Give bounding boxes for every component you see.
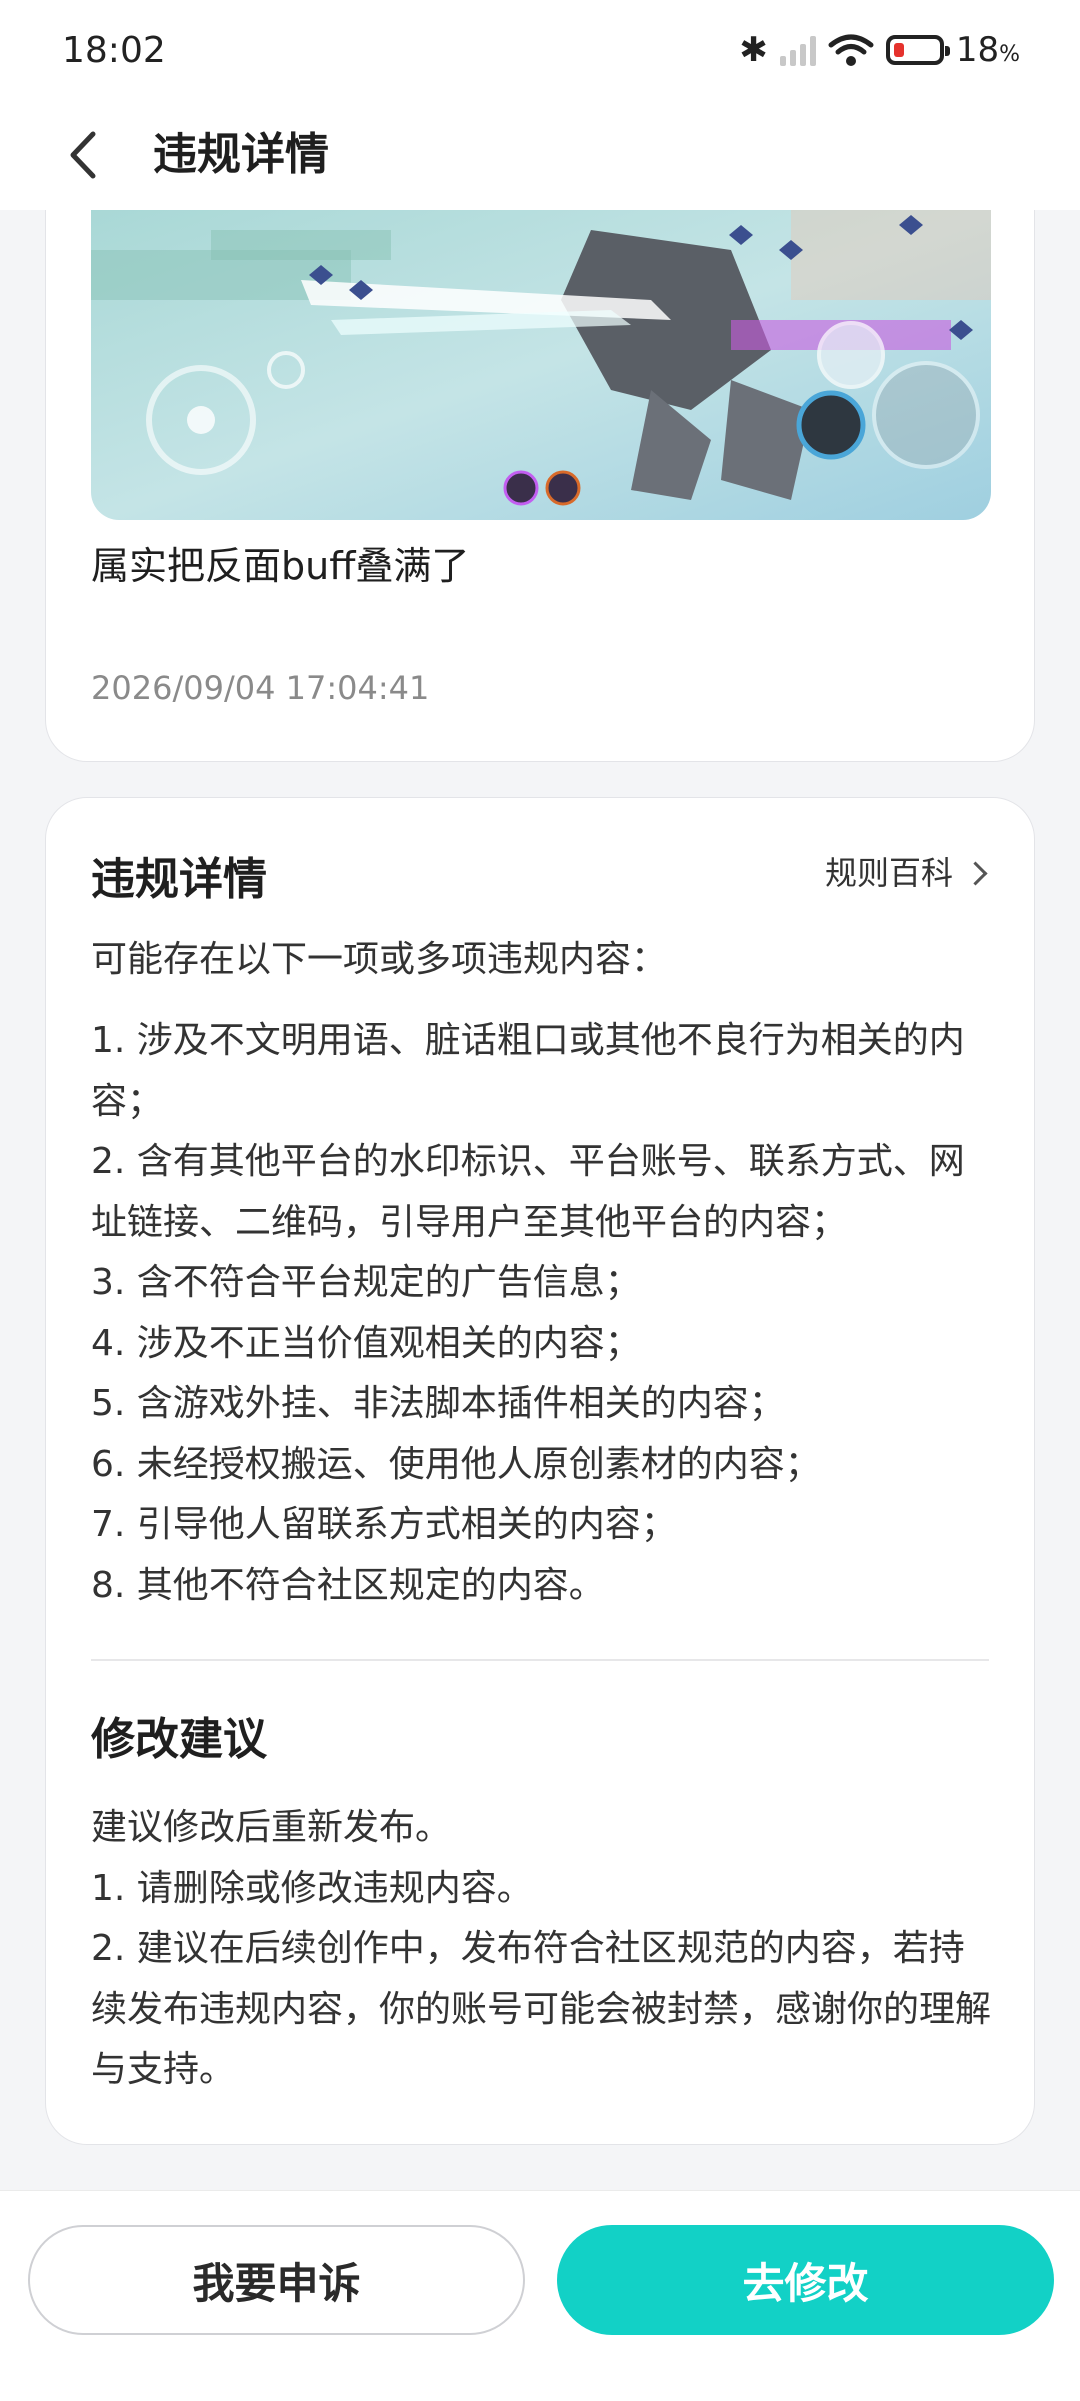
appeal-button[interactable]: 我要申诉 (28, 2225, 525, 2335)
advice-title: 修改建议 (91, 1714, 267, 1765)
post-text: 属实把反面buff叠满了 (91, 544, 470, 588)
violation-item: 3. 含不符合平台规定的广告信息； (91, 1262, 641, 1303)
post-timestamp: 2026/09/04 17:04:41 (91, 669, 430, 707)
chevron-left-icon[interactable] (58, 120, 118, 190)
advice-line: 建议修改后重新发布。 (91, 1807, 452, 1848)
battery-icon (885, 35, 950, 65)
modify-button[interactable]: 去修改 (557, 2225, 1054, 2335)
bluetooth-icon: ✱ (739, 30, 768, 70)
violation-item: 1. 涉及不文明用语、脏话粗口或其他不良行为相关的内容； (91, 1020, 965, 1122)
chevron-right-icon (963, 860, 988, 886)
violation-list: 1. 涉及不文明用语、脏话粗口或其他不良行为相关的内容； 2. 含有其他平台的水… (91, 1011, 996, 1616)
violation-item: 4. 涉及不正当价值观相关的内容； (91, 1322, 641, 1364)
signal-icon (779, 34, 816, 66)
violation-item: 7. 引导他人留联系方式相关的内容； (91, 1504, 677, 1545)
violation-item: 6. 未经授权搬运、使用他人原创素材的内容； (91, 1443, 821, 1485)
violation-item: 2. 含有其他平台的水印标识、平台账号、联系方式、网址链接、二维码，引导用户至其… (91, 1141, 965, 1243)
advice-line: 2. 建议在后续创作中，发布符合社区规范的内容，若持续发布违规内容，你的账号可能… (91, 1928, 992, 2090)
violation-item: 5. 含游戏外挂、非法脚本插件相关的内容； (91, 1383, 785, 1424)
advice-line: 1. 请删除或修改违规内容。 (91, 1867, 533, 1909)
game-screenshot-image (91, 210, 991, 520)
rules-link-label: 规则百科 (824, 854, 953, 892)
nav-header: 违规详情 (0, 100, 1080, 210)
status-bar: 18:02 ✱ 18% (0, 0, 1080, 100)
rules-encyclopedia-link[interactable]: 规则百科 (824, 850, 988, 896)
post-image[interactable] (91, 210, 991, 520)
section-divider (91, 1659, 989, 1661)
battery-percent: 18% (955, 30, 1020, 70)
post-card: 属实把反面buff叠满了 2026/09/04 17:04:41 (45, 210, 1035, 762)
status-time: 18:02 (62, 30, 166, 71)
violation-intro: 可能存在以下一项或多项违规内容： (91, 939, 668, 980)
status-icons: ✱ 18% (739, 28, 1020, 72)
violation-item: 8. 其他不符合社区规定的内容。 (91, 1564, 605, 1606)
violation-title: 违规详情 (91, 854, 267, 905)
wifi-icon (828, 34, 874, 66)
page-title: 违规详情 (153, 129, 329, 180)
advice-list: 建议修改后重新发布。 1. 请删除或修改违规内容。 2. 建议在后续创作中，发布… (91, 1798, 996, 2101)
violation-card: 违规详情 规则百科 可能存在以下一项或多项违规内容： 1. 涉及不文明用语、脏话… (45, 797, 1035, 2145)
bottom-action-bar: 我要申诉 去修改 (0, 2190, 1080, 2401)
